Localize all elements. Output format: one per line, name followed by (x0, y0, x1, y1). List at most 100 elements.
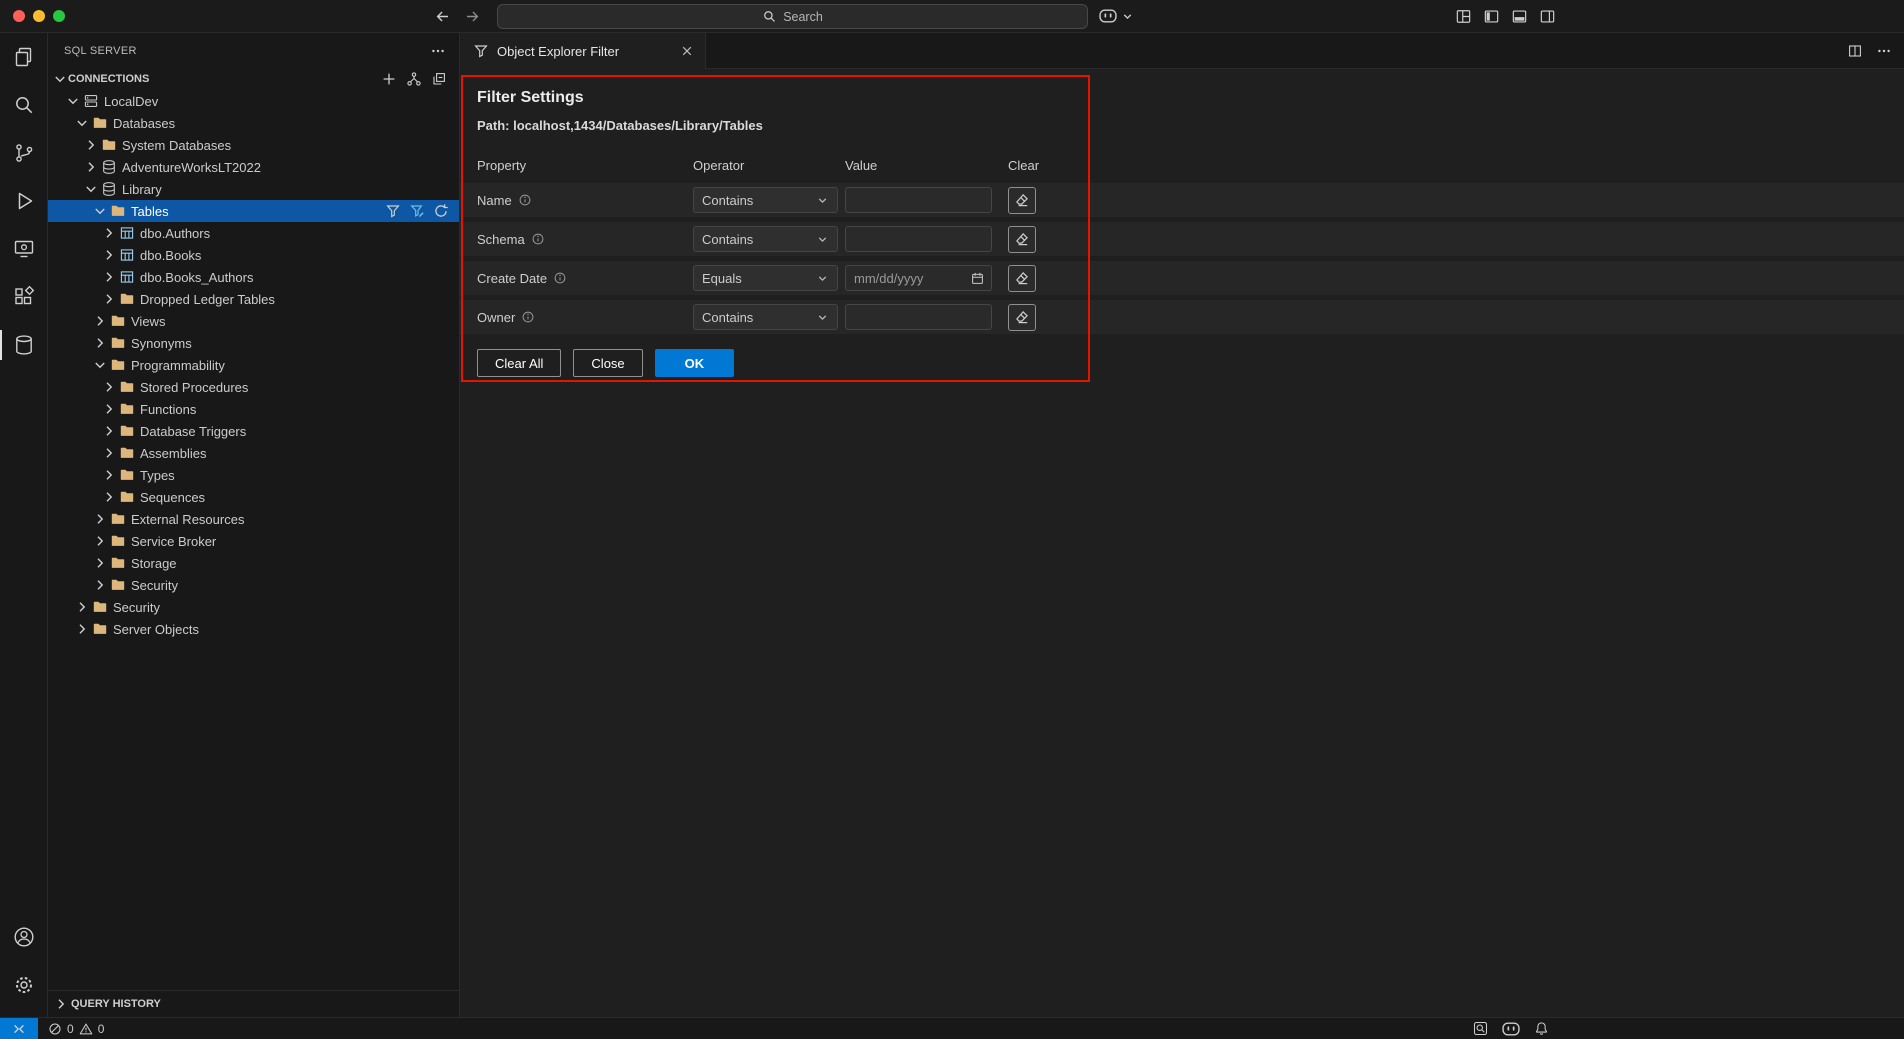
tree-item-service-broker[interactable]: Service Broker (48, 530, 459, 552)
back-arrow-icon[interactable] (434, 8, 451, 25)
connections-section-header[interactable]: CONNECTIONS (48, 68, 459, 90)
chevron-right-icon[interactable] (101, 445, 117, 461)
tree-item-assemblies[interactable]: Assemblies (48, 442, 459, 464)
tree-item-external-resources[interactable]: External Resources (48, 508, 459, 530)
activity-bar-settings[interactable] (0, 961, 47, 1009)
chevron-right-icon[interactable] (92, 511, 108, 527)
tree-item-server-objects[interactable]: Server Objects (48, 618, 459, 640)
tree-item-functions[interactable]: Functions (48, 398, 459, 420)
chevron-down-icon[interactable] (92, 203, 108, 219)
notifications-bell-icon[interactable] (1534, 1021, 1549, 1036)
chevron-right-icon[interactable] (74, 599, 90, 615)
chevron-down-icon[interactable] (83, 181, 99, 197)
window-zoom-button[interactable] (53, 10, 65, 22)
toggle-panel-right-icon[interactable] (1539, 8, 1556, 25)
activity-bar-search[interactable] (0, 81, 47, 129)
chevron-right-icon[interactable] (92, 577, 108, 593)
chevron-right-icon[interactable] (101, 401, 117, 417)
tree-item-system-databases[interactable]: System Databases (48, 134, 459, 156)
tree-item-dbo-authors[interactable]: dbo.Authors (48, 222, 459, 244)
chevron-down-icon[interactable] (74, 115, 90, 131)
chevron-right-icon[interactable] (101, 269, 117, 285)
activity-bar-extensions[interactable] (0, 273, 47, 321)
search-input[interactable]: Search (497, 4, 1088, 29)
chevron-right-icon[interactable] (92, 555, 108, 571)
tree-item-programmability[interactable]: Programmability (48, 354, 459, 376)
ok-button[interactable]: OK (655, 349, 735, 377)
close-tab-icon[interactable] (679, 43, 695, 59)
tree-item-tables[interactable]: Tables (48, 200, 459, 222)
chevron-down-icon[interactable] (92, 357, 108, 373)
tree-item-library[interactable]: Library (48, 178, 459, 200)
remote-indicator[interactable] (0, 1018, 38, 1039)
activity-bar-source-control[interactable] (0, 129, 47, 177)
window-close-button[interactable] (13, 10, 25, 22)
tree-item-sequences[interactable]: Sequences (48, 486, 459, 508)
activity-bar-run-debug[interactable] (0, 177, 47, 225)
window-minimize-button[interactable] (33, 10, 45, 22)
screencast-zoom-icon[interactable] (1473, 1021, 1488, 1036)
tree-item-storage[interactable]: Storage (48, 552, 459, 574)
chevron-right-icon[interactable] (83, 137, 99, 153)
problems-indicator[interactable]: 0 0 (48, 1022, 104, 1036)
chevron-right-icon[interactable] (101, 225, 117, 241)
tree-item-dbo-books[interactable]: dbo.Books (48, 244, 459, 266)
filter-icon[interactable] (385, 203, 401, 219)
chevron-right-icon[interactable] (92, 533, 108, 549)
close-button[interactable]: Close (573, 349, 642, 377)
operator-dropdown[interactable]: Equals (693, 265, 838, 291)
tree-item-localdev[interactable]: LocalDev (48, 90, 459, 112)
activity-bar-sql-server[interactable] (0, 321, 47, 369)
tree-item-types[interactable]: Types (48, 464, 459, 486)
chevron-right-icon[interactable] (101, 291, 117, 307)
tree-item-stored-procedures[interactable]: Stored Procedures (48, 376, 459, 398)
toggle-panel-bottom-icon[interactable] (1511, 8, 1528, 25)
operator-dropdown[interactable]: Contains (693, 187, 838, 213)
tree-item-database-triggers[interactable]: Database Triggers (48, 420, 459, 442)
operator-dropdown[interactable]: Contains (693, 226, 838, 252)
chevron-right-icon[interactable] (101, 489, 117, 505)
tree-item-views[interactable]: Views (48, 310, 459, 332)
query-history-section-header[interactable]: QUERY HISTORY (48, 990, 459, 1017)
chevron-right-icon[interactable] (74, 621, 90, 637)
connection-groups-icon[interactable] (406, 71, 422, 87)
tree-item-synonyms[interactable]: Synonyms (48, 332, 459, 354)
tree-item-dbo-books-authors[interactable]: dbo.Books_Authors (48, 266, 459, 288)
chevron-right-icon[interactable] (92, 313, 108, 329)
copilot-menu-button[interactable] (1099, 9, 1134, 23)
date-input[interactable]: mm/dd/yyyy (845, 265, 992, 291)
tree-item-security[interactable]: Security (48, 596, 459, 618)
value-input[interactable] (845, 226, 992, 252)
chevron-right-icon[interactable] (92, 335, 108, 351)
refresh-icon[interactable] (433, 203, 449, 219)
tree-item-adventureworkslt2022[interactable]: AdventureWorksLT2022 (48, 156, 459, 178)
collapse-all-icon[interactable] (431, 71, 447, 87)
value-input[interactable] (845, 304, 992, 330)
chevron-right-icon[interactable] (83, 159, 99, 175)
clear-filter-button[interactable] (1008, 304, 1036, 331)
more-actions-icon[interactable] (1876, 43, 1892, 59)
copilot-status-icon[interactable] (1502, 1022, 1520, 1036)
chevron-right-icon[interactable] (101, 467, 117, 483)
add-connection-icon[interactable] (381, 71, 397, 87)
clear-filter-button[interactable] (1008, 265, 1036, 292)
tree-item-databases[interactable]: Databases (48, 112, 459, 134)
split-editor-icon[interactable] (1847, 43, 1863, 59)
clear-filter-button[interactable] (1008, 187, 1036, 214)
tree-item-security[interactable]: Security (48, 574, 459, 596)
clear-all-button[interactable]: Clear All (477, 349, 561, 377)
value-input[interactable] (845, 187, 992, 213)
customize-layout-icon[interactable] (1455, 8, 1472, 25)
forward-arrow-icon[interactable] (464, 8, 481, 25)
chevron-down-icon[interactable] (65, 93, 81, 109)
activity-bar-remote-explorer[interactable] (0, 225, 47, 273)
tab-object-explorer-filter[interactable]: Object Explorer Filter (460, 33, 706, 69)
activity-bar-explorer[interactable] (0, 33, 47, 81)
tree-item-dropped-ledger-tables[interactable]: Dropped Ledger Tables (48, 288, 459, 310)
chevron-right-icon[interactable] (101, 423, 117, 439)
chevron-right-icon[interactable] (101, 247, 117, 263)
activity-bar-accounts[interactable] (0, 913, 47, 961)
chevron-right-icon[interactable] (101, 379, 117, 395)
operator-dropdown[interactable]: Contains (693, 304, 838, 330)
more-actions-icon[interactable] (430, 43, 446, 59)
